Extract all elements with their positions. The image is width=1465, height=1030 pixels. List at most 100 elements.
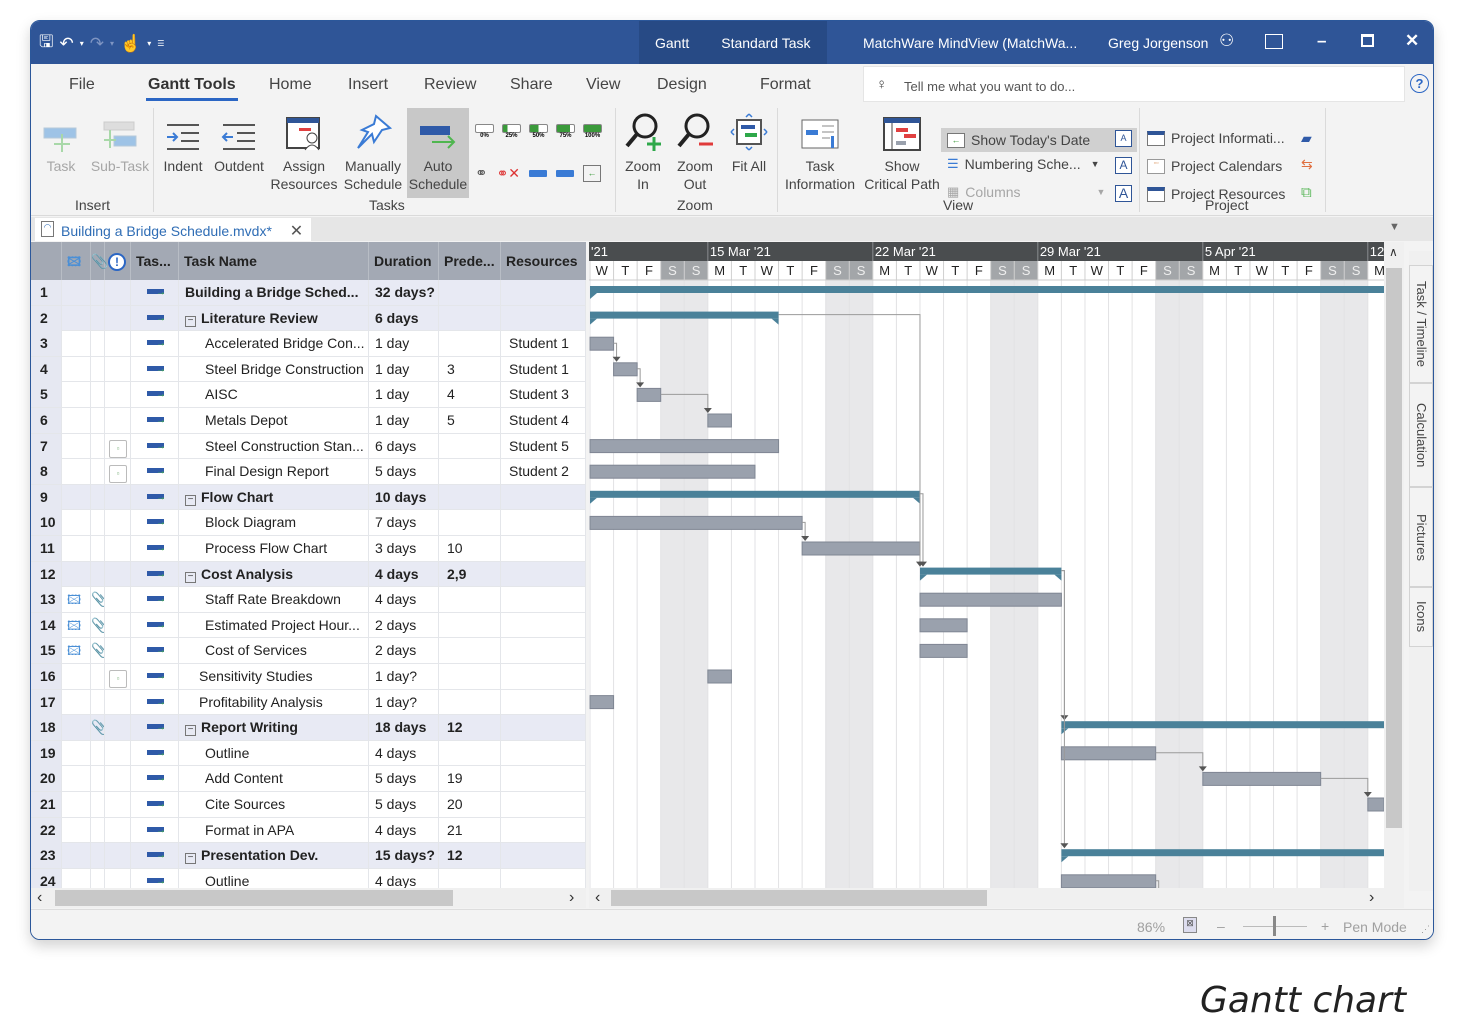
task-predecessors[interactable]: 19 (439, 766, 501, 792)
touch-dropdown-icon[interactable]: ▾ (147, 39, 151, 48)
tab-gantt-tools[interactable]: Gantt Tools (146, 76, 238, 101)
task-duration[interactable]: 5 days (369, 766, 439, 792)
task-duration[interactable]: 4 days (369, 587, 439, 613)
scroll-thumb[interactable] (55, 890, 453, 906)
task-row[interactable]: 3 Accelerated Bridge Con...1 day Student 1 (31, 331, 586, 357)
project-information-button[interactable]: Project Informati... (1147, 130, 1285, 146)
scroll-left-icon[interactable]: ‹ (595, 888, 600, 908)
task-resources[interactable] (501, 305, 586, 331)
scroll-right-icon[interactable]: › (1369, 888, 1374, 908)
task-resources[interactable] (501, 689, 586, 715)
task-predecessors[interactable] (439, 587, 501, 613)
row-number[interactable]: 14 (31, 612, 62, 638)
task-duration[interactable]: 4 days (369, 817, 439, 843)
task-duration[interactable]: 4 days (369, 740, 439, 766)
scroll-up-icon[interactable]: ∧ (1389, 242, 1398, 262)
col-header-resources[interactable]: Resources (501, 242, 586, 280)
task-duration[interactable]: 1 day? (369, 689, 439, 715)
grid-horizontal-scrollbar[interactable]: ‹ › (31, 888, 586, 908)
row-number[interactable]: 6 (31, 408, 62, 433)
chart-horizontal-scrollbar[interactable]: ‹ › ∨ (589, 888, 1399, 908)
task-row[interactable]: 9−Flow Chart10 days (31, 484, 586, 511)
col-header-task-mode[interactable]: Tas... (131, 242, 179, 280)
close-tab-icon[interactable]: ✕ (290, 223, 303, 240)
task-resources[interactable] (501, 740, 586, 766)
task-resources[interactable]: Student 5 (501, 433, 586, 459)
task-name[interactable]: Outline (179, 868, 369, 888)
row-number[interactable]: 10 (31, 510, 62, 536)
task-information-button[interactable]: Task Information (783, 112, 857, 193)
insert-subtask-button[interactable]: Sub-Task (89, 112, 151, 175)
progress-75-button[interactable]: 75% (556, 124, 575, 139)
context-tab-gantt[interactable]: Gantt (639, 21, 705, 64)
side-tab-pictures[interactable]: Pictures (1409, 487, 1433, 587)
task-name[interactable]: − Presentation Dev. (179, 843, 369, 869)
task-predecessors[interactable] (439, 638, 501, 664)
task-predecessors[interactable] (439, 280, 501, 305)
task-row[interactable]: 24 Outline 4 days (31, 868, 586, 888)
font-size-small-button[interactable]: A (1115, 130, 1132, 147)
task-predecessors[interactable]: 2,9 (439, 561, 501, 587)
redo-dropdown-icon[interactable]: ▾ (110, 39, 114, 48)
task-row[interactable]: 21 Cite Sources 5 days20 (31, 792, 586, 818)
resize-grip-icon[interactable]: ⋰ (1421, 924, 1430, 935)
task-predecessors[interactable]: 10 (439, 536, 501, 561)
inactivate-task-icon[interactable] (529, 169, 548, 177)
task-predecessors[interactable] (439, 305, 501, 331)
task-row[interactable]: 14🖾 📎 Estimated Project Hour... 2 days (31, 612, 586, 639)
task-predecessors[interactable]: 21 (439, 817, 501, 843)
image-icon[interactable]: 🖾 (62, 643, 81, 658)
task-predecessors[interactable] (439, 510, 501, 536)
task-row[interactable]: 20 Add Content 5 days19 (31, 766, 586, 792)
row-number[interactable]: 8 (31, 459, 62, 485)
move-task-icon[interactable] (556, 169, 575, 177)
task-resources[interactable]: Student 4 (501, 408, 586, 433)
task-duration[interactable]: 18 days (369, 715, 439, 741)
assign-resources-button[interactable]: Assign Resources (271, 112, 337, 193)
task-duration[interactable]: 1 day (369, 408, 439, 433)
task-duration[interactable]: 3 days (369, 536, 439, 561)
task-duration[interactable]: 4 days (369, 868, 439, 888)
task-name[interactable]: Process Flow Chart (179, 536, 369, 561)
task-row[interactable]: 10 Block Diagram 7 days (31, 510, 586, 536)
collapse-toggle-icon[interactable]: − (185, 571, 196, 583)
task-duration[interactable]: 32 days? (369, 280, 439, 305)
task-resources[interactable] (501, 664, 586, 689)
task-name[interactable]: Block Diagram (179, 510, 369, 536)
collapse-toggle-icon[interactable]: − (185, 315, 196, 327)
paperclip-icon[interactable]: 📎 (91, 591, 104, 607)
task-resources[interactable] (501, 792, 586, 817)
task-name[interactable]: − Flow Chart (179, 484, 369, 510)
row-number[interactable]: 23 (31, 843, 62, 869)
task-row[interactable]: 8 ▫ Final Design Report 5 days Student 2 (31, 459, 586, 485)
row-number[interactable]: 12 (31, 561, 62, 587)
task-row[interactable]: 2−Literature Review6 days (31, 305, 586, 332)
tab-home[interactable]: Home (269, 76, 312, 94)
task-row[interactable]: 16 ▫ Sensitivity Studies 1 day? (31, 664, 586, 690)
scroll-thumb[interactable] (611, 890, 987, 906)
row-number[interactable]: 15 (31, 638, 62, 664)
insert-task-button[interactable]: Task (39, 112, 83, 175)
row-number[interactable]: 11 (31, 536, 62, 561)
task-duration[interactable]: 4 days (369, 561, 439, 587)
row-number[interactable]: 21 (31, 792, 62, 817)
tab-design[interactable]: Design (657, 76, 707, 94)
task-name[interactable]: − Report Writing (179, 715, 369, 741)
scroll-right-icon[interactable]: › (569, 888, 574, 908)
task-row[interactable]: 19 Outline 4 days (31, 740, 586, 767)
tab-file[interactable]: File (69, 76, 95, 94)
task-duration[interactable]: 1 day? (369, 664, 439, 689)
collapse-toggle-icon[interactable]: − (185, 494, 196, 506)
task-predecessors[interactable] (439, 331, 501, 357)
task-row[interactable]: 5 AISC 1 day4Student 3 (31, 382, 586, 408)
user-name[interactable]: Greg Jorgenson (1108, 35, 1208, 51)
task-resources[interactable] (501, 561, 586, 587)
collapse-toggle-icon[interactable]: − (185, 853, 196, 865)
task-row[interactable]: 11 Process Flow Chart 3 days10 (31, 536, 586, 562)
task-row[interactable]: 23−Presentation Dev.15 days?12 (31, 843, 586, 869)
task-resources[interactable] (501, 587, 586, 613)
task-duration[interactable]: 2 days (369, 638, 439, 664)
outdent-button[interactable]: Outdent (211, 112, 267, 175)
indent-button[interactable]: Indent (159, 112, 207, 175)
zoom-in-small-button[interactable]: + (1321, 918, 1329, 934)
